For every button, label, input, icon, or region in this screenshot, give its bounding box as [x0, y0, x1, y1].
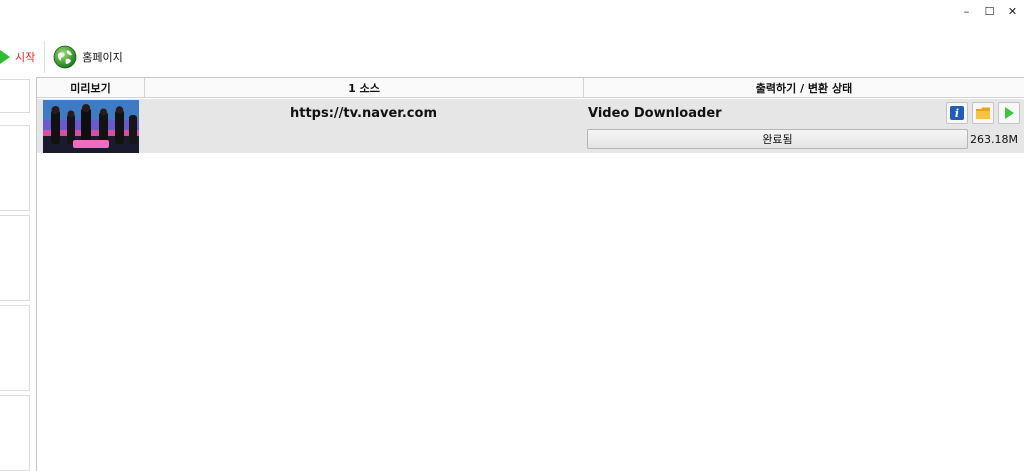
play-file-button[interactable] [998, 102, 1020, 124]
sidebar-panel[interactable] [0, 395, 30, 471]
column-output[interactable]: 출력하기 / 변환 상태 [584, 78, 1024, 97]
sidebar-panel[interactable] [0, 305, 30, 391]
row-actions: i [946, 102, 1020, 124]
sidebar-panel[interactable] [0, 79, 30, 113]
globe-icon [53, 45, 77, 69]
column-source[interactable]: 1 소스 [145, 78, 584, 97]
toolbar: 시작 홈페이지 [0, 41, 123, 73]
video-thumbnail [43, 100, 139, 153]
sidebar-panel[interactable] [0, 125, 30, 211]
folder-icon [976, 107, 990, 119]
info-button[interactable]: i [946, 102, 968, 124]
svg-text:i: i [955, 107, 959, 120]
start-label: 시작 [15, 51, 36, 64]
window-controls: – ☐ ✕ [955, 2, 1024, 20]
task-table: 미리보기 1 소스 출력하기 / 변환 상태 https://tv.naver.… [36, 77, 1024, 471]
play-icon [0, 50, 10, 64]
file-size: 263.18M [970, 133, 1018, 146]
table-row[interactable]: https://tv.naver.com Video Downloader i [37, 99, 1024, 153]
source-url: https://tv.naver.com [290, 106, 437, 121]
info-icon: i [950, 106, 964, 120]
minimize-button[interactable]: – [955, 2, 978, 20]
open-folder-button[interactable] [972, 102, 994, 124]
close-button[interactable]: ✕ [1001, 2, 1024, 20]
start-button[interactable]: 시작 [0, 41, 46, 73]
sidebar-panel[interactable] [0, 215, 30, 301]
homepage-button[interactable]: 홈페이지 [53, 45, 123, 69]
status-button[interactable]: 완료됨 [587, 129, 968, 149]
output-name: Video Downloader [588, 106, 722, 121]
column-preview[interactable]: 미리보기 [37, 78, 145, 97]
maximize-button[interactable]: ☐ [978, 2, 1001, 20]
table-header: 미리보기 1 소스 출력하기 / 변환 상태 [37, 78, 1024, 98]
play-file-icon [1005, 107, 1014, 119]
left-sidebar [0, 79, 31, 471]
homepage-label: 홈페이지 [82, 51, 123, 64]
